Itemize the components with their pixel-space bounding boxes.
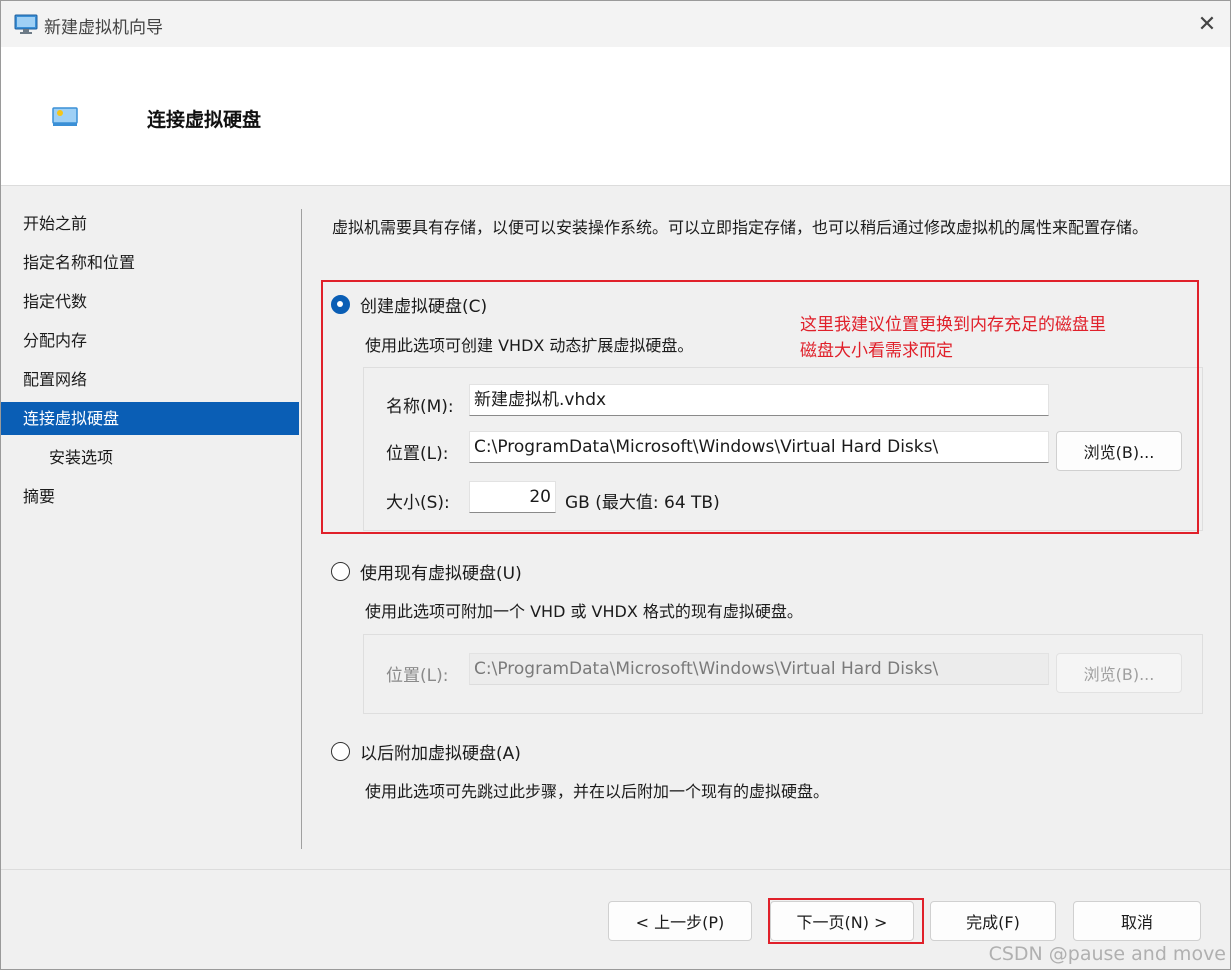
size-label: 大小(S): — [386, 493, 450, 513]
sidebar-item-networking[interactable]: 配置网络 — [1, 363, 299, 396]
wizard-window: 新建虚拟机向导 ✕ 连接虚拟硬盘 开始之前 指定名称和位置 指定代数 分配内存 … — [0, 0, 1231, 970]
use-existing-vhd-description: 使用此选项可附加一个 VHD 或 VHDX 格式的现有虚拟硬盘。 — [365, 602, 803, 621]
footer-divider — [1, 869, 1230, 870]
browse-button[interactable]: 浏览(B)... — [1056, 431, 1182, 471]
title-bar: 新建虚拟机向导 ✕ — [1, 1, 1230, 47]
existing-location-input[interactable]: C:\ProgramData\Microsoft\Windows\Virtual… — [469, 653, 1049, 685]
attach-later-radio[interactable]: 以后附加虚拟硬盘(A) — [331, 739, 521, 764]
close-button[interactable]: ✕ — [1184, 1, 1230, 47]
radio-unchecked-icon[interactable] — [331, 562, 350, 581]
page-title: 连接虚拟硬盘 — [147, 109, 262, 131]
cancel-button[interactable]: 取消 — [1073, 901, 1201, 941]
attach-later-description: 使用此选项可先跳过此步骤，并在以后附加一个现有的虚拟硬盘。 — [365, 782, 830, 801]
annotation-line-1: 这里我建议位置更换到内存充足的磁盘里 — [800, 315, 1106, 335]
existing-location-label: 位置(L): — [386, 666, 449, 686]
previous-button[interactable]: < 上一步(P) — [608, 901, 752, 941]
use-existing-vhd-label: 使用现有虚拟硬盘(U) — [360, 564, 522, 584]
next-button[interactable]: 下一页(N) > — [770, 901, 914, 941]
location-label: 位置(L): — [386, 444, 449, 464]
annotation-line-2: 磁盘大小看需求而定 — [800, 341, 953, 361]
create-vhd-group: 名称(M): 新建虚拟机.vhdx 位置(L): C:\ProgramData\… — [363, 367, 1203, 531]
size-unit-text: GB (最大值: 64 TB) — [565, 493, 720, 513]
existing-browse-button[interactable]: 浏览(B)... — [1056, 653, 1182, 693]
virtual-disk-icon — [52, 107, 78, 126]
window-title: 新建虚拟机向导 — [44, 18, 163, 38]
sidebar-item-memory[interactable]: 分配内存 — [1, 324, 299, 357]
intro-text: 虚拟机需要具有存储，以便可以安装操作系统。可以立即指定存储，也可以稍后通过修改虚… — [332, 218, 1149, 237]
wizard-header: 连接虚拟硬盘 — [1, 47, 1230, 186]
vhd-size-input[interactable]: 20 — [469, 481, 556, 513]
create-vhd-label: 创建虚拟硬盘(C) — [360, 297, 488, 317]
hyperv-vm-icon — [14, 14, 38, 34]
existing-vhd-group: 位置(L): C:\ProgramData\Microsoft\Windows\… — [363, 634, 1203, 714]
vhd-location-input[interactable]: C:\ProgramData\Microsoft\Windows\Virtual… — [469, 431, 1049, 463]
annotation-text: 这里我建议位置更换到内存充足的磁盘里 磁盘大小看需求而定 — [800, 312, 1106, 364]
wizard-steps-sidebar: 开始之前 指定名称和位置 指定代数 分配内存 配置网络 连接虚拟硬盘 安装选项 … — [1, 186, 301, 856]
finish-button[interactable]: 完成(F) — [930, 901, 1056, 941]
sidebar-item-before-you-begin[interactable]: 开始之前 — [1, 207, 299, 240]
radio-unchecked-icon[interactable] — [331, 742, 350, 761]
attach-later-label: 以后附加虚拟硬盘(A) — [360, 744, 521, 764]
create-vhd-radio[interactable]: 创建虚拟硬盘(C) — [331, 292, 487, 317]
sidebar-item-name-location[interactable]: 指定名称和位置 — [1, 246, 299, 279]
use-existing-vhd-radio[interactable]: 使用现有虚拟硬盘(U) — [331, 559, 522, 584]
sidebar-item-summary[interactable]: 摘要 — [1, 480, 299, 513]
sidebar-item-connect-vhd[interactable]: 连接虚拟硬盘 — [1, 402, 299, 435]
create-vhd-description: 使用此选项可创建 VHDX 动态扩展虚拟硬盘。 — [365, 336, 694, 355]
vhd-name-input[interactable]: 新建虚拟机.vhdx — [469, 384, 1049, 416]
sidebar-divider — [301, 209, 302, 849]
radio-checked-icon[interactable] — [331, 295, 350, 314]
sidebar-item-generation[interactable]: 指定代数 — [1, 285, 299, 318]
name-label: 名称(M): — [386, 397, 454, 417]
watermark: CSDN @pause and move — [988, 943, 1226, 965]
sidebar-item-install-options[interactable]: 安装选项 — [1, 441, 299, 474]
close-icon: ✕ — [1197, 11, 1217, 37]
